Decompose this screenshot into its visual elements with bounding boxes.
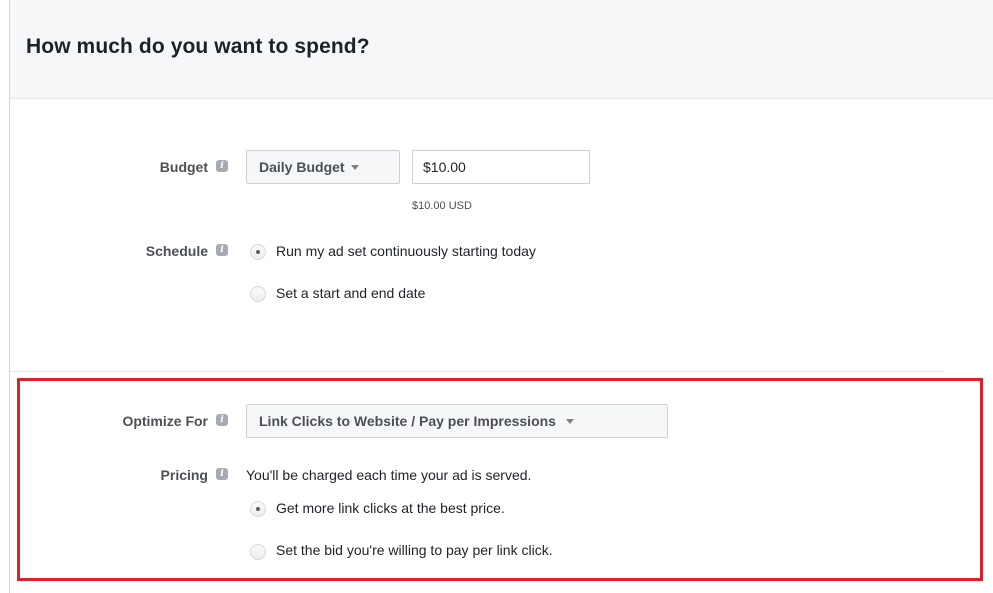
schedule-info-icon[interactable]: i <box>216 244 228 256</box>
page-title: How much do you want to spend? <box>26 35 370 58</box>
schedule-continuous-label[interactable]: Run my ad set continuously starting toda… <box>276 243 536 259</box>
schedule-continuous-radio[interactable] <box>250 244 266 260</box>
budget-type-label: Daily Budget <box>259 159 345 175</box>
budget-amount-helper: $10.00 USD <box>412 200 472 212</box>
budget-type-select[interactable]: Daily Budget <box>246 150 400 184</box>
budget-amount-input[interactable] <box>412 150 590 184</box>
schedule-label: Schedule <box>145 243 208 259</box>
budget-info-icon[interactable]: i <box>216 160 228 172</box>
chevron-down-icon <box>350 164 359 170</box>
highlight-box <box>17 378 983 581</box>
section-header: How much do you want to spend? <box>10 0 993 99</box>
schedule-start-end-label[interactable]: Set a start and end date <box>276 285 425 301</box>
budget-label: Budget <box>159 159 208 175</box>
section-divider <box>10 371 943 372</box>
schedule-start-end-radio[interactable] <box>250 286 266 302</box>
